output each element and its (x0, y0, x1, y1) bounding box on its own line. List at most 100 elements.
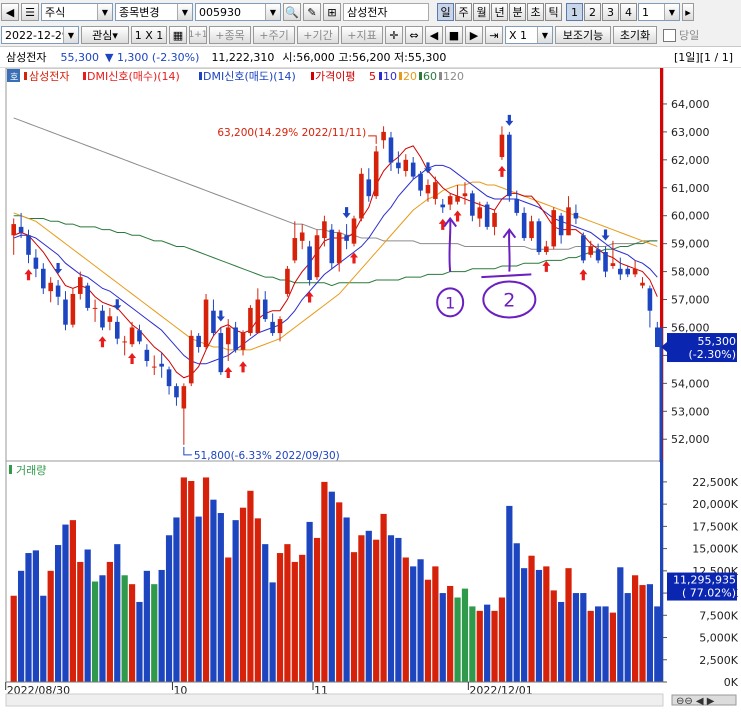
search-icon[interactable]: 🔍 (283, 3, 301, 21)
layout-button[interactable]: 1 X 1 (131, 26, 167, 44)
volume-bar (373, 539, 380, 682)
volume-bar (461, 588, 469, 682)
stop-icon[interactable]: ■ (445, 26, 463, 44)
compress-icon[interactable]: ⇔ (405, 26, 423, 44)
main-toolbar: ◀ ☰ 주식 ▼ 종목변경 ▼ 005930 ▼ 🔍 ✎ ⊞ 삼성전자 일주월년분초틱… (0, 0, 741, 25)
tool-icon[interactable]: ✎ (303, 3, 321, 21)
volume-bar (180, 477, 187, 682)
aux-function-button[interactable]: 보조기능 (555, 26, 611, 44)
chevron-down-icon: ▼ (177, 4, 192, 20)
candle-body (484, 204, 490, 227)
candle-body (455, 196, 460, 202)
number-tab-2[interactable]: 3 (602, 3, 619, 21)
today-checkbox[interactable] (663, 28, 676, 42)
volume-bar (40, 595, 47, 682)
candle-body (33, 257, 39, 269)
candle-body (329, 229, 335, 264)
candle-body (410, 162, 416, 177)
volume-bar (543, 566, 550, 682)
candle-body (285, 268, 290, 294)
crosshair-icon[interactable]: ✛ (385, 26, 403, 44)
scroll-left-icon[interactable]: ◀ (425, 26, 443, 44)
candle-body (188, 335, 194, 384)
volume-tick-label: 2,500K (699, 654, 738, 667)
candle-body (166, 369, 172, 387)
candle-body (544, 246, 549, 253)
scroll-right-icon[interactable]: ▸ (682, 3, 694, 21)
chevron-down-icon: ▼ (63, 27, 78, 43)
candle-body (366, 179, 372, 197)
candle-body (647, 288, 653, 311)
add-range-button[interactable]: +기간 (297, 26, 339, 44)
period-tab-1[interactable]: 주 (455, 3, 472, 21)
prev-icon[interactable]: ◀ (1, 3, 19, 21)
period-tab-6[interactable]: 틱 (545, 3, 562, 21)
volume-tick-label: 17,500K (692, 520, 738, 533)
period-tab-2[interactable]: 월 (473, 3, 490, 21)
chevron-down-icon: ▼ (265, 4, 280, 20)
menu-icon[interactable]: ☰ (21, 3, 39, 21)
volume-bar (254, 518, 261, 682)
volume-bar (565, 568, 572, 682)
volume-tag-ratio: ( 77.02%) (682, 587, 736, 600)
price-tick-label: 62,000 (671, 154, 710, 167)
period-tab-5[interactable]: 초 (527, 3, 544, 21)
watch-button[interactable]: 관심 ▾ (81, 26, 129, 44)
legend-marker (399, 72, 402, 80)
candle-body (77, 277, 83, 294)
number-tab-1[interactable]: 2 (584, 3, 601, 21)
candle-body (373, 151, 379, 197)
add-period-button[interactable]: +주기 (253, 26, 295, 44)
volume-bar (47, 570, 54, 682)
chart-area[interactable]: 52,00053,00054,00055,00056,00057,00058,0… (0, 68, 741, 717)
count-select[interactable]: 1 ▼ (638, 3, 680, 21)
candle-body (262, 299, 268, 320)
candle-body (625, 268, 631, 275)
grid-icon[interactable]: ▦ (169, 26, 187, 44)
legend-dmi-sell: DMI신호(매도)(14) (203, 70, 296, 83)
candle-body (470, 193, 475, 216)
volume-bar (587, 610, 594, 682)
layout-small-button[interactable]: 1+1 (189, 26, 208, 44)
candle-body (92, 307, 98, 309)
add-indicator-button[interactable]: +지표 (341, 26, 383, 44)
candle-body (603, 252, 608, 272)
change-item-select[interactable]: 종목변경 ▼ (115, 3, 193, 21)
number-tab-0[interactable]: 1 (566, 3, 583, 21)
last-price-value: 55,300 (698, 335, 737, 348)
stock-code-input[interactable]: 005930 ▼ (195, 3, 281, 21)
candle-body (595, 249, 601, 261)
candle-body (396, 162, 401, 169)
reset-button[interactable]: 초기화 (613, 26, 657, 44)
market-type-select[interactable]: 주식 ▼ (41, 3, 113, 21)
candle-body (551, 210, 557, 247)
scroll-end-icon[interactable]: ⇥ (485, 26, 503, 44)
volume-bar (195, 516, 202, 682)
volume-bar (624, 593, 631, 682)
candle-body (107, 316, 113, 322)
chart-toolbar: 2022-12-29 ▼ 관심 ▾ 1 X 1 ▦ 1+1 +종목 +주기 +기간 … (0, 24, 741, 47)
candle-body (174, 386, 179, 398)
candle-body (440, 204, 446, 208)
volume-bar (128, 584, 136, 682)
date-select[interactable]: 2022-12-29 ▼ (1, 26, 79, 44)
volume-tick-label: 15,000K (692, 543, 738, 556)
period-tab-0[interactable]: 일 (437, 3, 454, 21)
volume-bar (143, 570, 150, 682)
volume-bar (69, 520, 76, 682)
period-tab-3[interactable]: 년 (491, 3, 508, 21)
scale-select[interactable]: X 1 ▼ (505, 26, 553, 44)
price-tick-label: 53,000 (671, 405, 710, 418)
candle-body (610, 263, 616, 266)
volume-bar (114, 544, 121, 682)
legend-marker (24, 72, 27, 80)
period-tab-4[interactable]: 분 (509, 3, 526, 21)
number-tab-3[interactable]: 4 (620, 3, 637, 21)
add-item-button[interactable]: +종목 (209, 26, 251, 44)
volume-bar (646, 584, 654, 682)
multi-icon[interactable]: ⊞ (323, 3, 341, 21)
volume-bar (432, 566, 439, 682)
candle-body (40, 268, 46, 289)
scroll-right-icon[interactable]: ▶ (465, 26, 483, 44)
volume-bar (99, 575, 106, 682)
